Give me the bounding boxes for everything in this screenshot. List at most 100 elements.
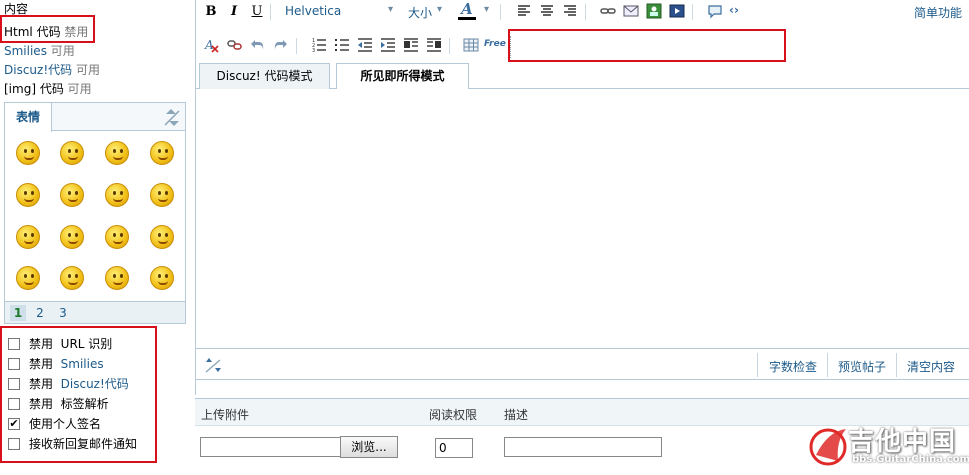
smilies-state: 可用 bbox=[50, 44, 75, 58]
code-icon[interactable]: ‹› bbox=[729, 3, 739, 17]
checkbox[interactable] bbox=[8, 357, 20, 370]
clear-content-button[interactable]: 清空内容 bbox=[907, 358, 955, 375]
checkbox-checked[interactable]: ✔ bbox=[8, 417, 20, 430]
tab-discuz-code[interactable]: Discuz! 代码模式 bbox=[199, 63, 330, 89]
checkbox[interactable] bbox=[8, 397, 20, 410]
ordered-list-icon[interactable]: 123 bbox=[311, 37, 327, 53]
option-signature[interactable]: ✔ 使用个人签名 bbox=[8, 415, 101, 432]
upload-column-header: 上传附件 bbox=[201, 408, 250, 422]
outdent-icon[interactable] bbox=[357, 37, 373, 53]
option-tags[interactable]: 禁用 标签解析 bbox=[8, 395, 109, 412]
smiley-pager: 1 2 3 bbox=[5, 301, 185, 323]
align-right-icon[interactable] bbox=[562, 3, 578, 19]
smiley-icon[interactable] bbox=[105, 266, 129, 290]
description-column-header: 描述 bbox=[504, 408, 529, 422]
smiley-icon[interactable] bbox=[16, 183, 40, 207]
font-select[interactable]: Helvetica bbox=[285, 4, 341, 18]
file-path-input[interactable] bbox=[200, 437, 342, 457]
preview-button[interactable]: 预览帖子 bbox=[838, 358, 886, 375]
smiley-icon[interactable] bbox=[150, 141, 174, 165]
float-right-icon[interactable] bbox=[426, 37, 442, 53]
float-left-icon[interactable] bbox=[403, 37, 419, 53]
link-icon[interactable] bbox=[600, 3, 616, 19]
expand-toggle-icon[interactable] bbox=[163, 106, 181, 128]
discuz-code-state: 可用 bbox=[75, 63, 100, 77]
chevron-down-icon[interactable]: ▾ bbox=[388, 4, 393, 15]
media-icon[interactable] bbox=[669, 3, 685, 19]
table-icon[interactable] bbox=[463, 37, 479, 53]
italic-button[interactable]: I bbox=[227, 3, 241, 21]
option-smilies[interactable]: 禁用 Smilies bbox=[8, 355, 104, 372]
remove-format-icon[interactable]: A bbox=[204, 37, 220, 53]
checkbox[interactable] bbox=[8, 377, 20, 390]
smiley-icon[interactable] bbox=[60, 141, 84, 165]
undo-icon[interactable] bbox=[250, 37, 266, 53]
mode-tabs: Discuz! 代码模式 所见即所得模式 bbox=[196, 63, 969, 90]
smiley-icon[interactable] bbox=[105, 225, 129, 249]
word-count-button[interactable]: 字数检查 bbox=[769, 358, 817, 375]
checkbox[interactable] bbox=[8, 337, 20, 350]
align-left-icon[interactable] bbox=[516, 3, 532, 19]
svg-text:A: A bbox=[204, 38, 214, 52]
editor-content-area[interactable] bbox=[196, 89, 969, 347]
smiley-icon[interactable] bbox=[105, 141, 129, 165]
description-input[interactable] bbox=[504, 437, 662, 457]
underline-button[interactable]: U bbox=[250, 3, 264, 21]
tab-wysiwyg[interactable]: 所见即所得模式 bbox=[336, 63, 469, 90]
free-icon[interactable]: Free bbox=[484, 39, 506, 49]
watermark-cn: 吉他中国 bbox=[848, 427, 957, 457]
page-2[interactable]: 2 bbox=[32, 305, 48, 321]
discuz-code-status: Discuz!代码 可用 bbox=[4, 61, 100, 78]
chevron-down-icon[interactable]: ▾ bbox=[437, 4, 442, 15]
page-1[interactable]: 1 bbox=[10, 305, 26, 321]
left-panel: 内容 Html 代码 禁用 Smilies 可用 Discuz!代码 可用 [i… bbox=[0, 0, 195, 475]
smiley-icon[interactable] bbox=[60, 183, 84, 207]
smiley-icon[interactable] bbox=[150, 183, 174, 207]
smiley-icon[interactable] bbox=[105, 183, 129, 207]
html-code-highlight bbox=[0, 15, 95, 43]
smiley-icon[interactable] bbox=[60, 266, 84, 290]
read-permission-input[interactable]: 0 bbox=[435, 438, 473, 458]
smilies-link[interactable]: Smilies bbox=[4, 44, 47, 58]
unlink-icon[interactable] bbox=[227, 37, 243, 53]
smiley-icon[interactable] bbox=[150, 225, 174, 249]
smiley-icon[interactable] bbox=[16, 141, 40, 165]
quote-icon[interactable] bbox=[707, 3, 723, 19]
image-icon[interactable] bbox=[646, 3, 662, 19]
smilies-status: Smilies 可用 bbox=[4, 42, 75, 59]
smiley-panel: 表情 1 2 3 bbox=[4, 102, 186, 324]
redo-icon[interactable] bbox=[272, 37, 288, 53]
discuz-code-link[interactable]: Discuz!代码 bbox=[4, 63, 72, 77]
email-icon[interactable] bbox=[623, 3, 639, 19]
smiley-icon[interactable] bbox=[60, 225, 84, 249]
page-3[interactable]: 3 bbox=[55, 305, 71, 321]
bold-button[interactable]: B bbox=[204, 3, 218, 21]
smiley-tab[interactable]: 表情 bbox=[5, 103, 52, 132]
img-code-state: 可用 bbox=[67, 82, 92, 96]
resize-icon[interactable] bbox=[204, 355, 222, 375]
svg-text:3: 3 bbox=[312, 48, 315, 53]
toolbar-highlight bbox=[508, 29, 786, 62]
option-email-notify[interactable]: 接收新回复邮件通知 bbox=[8, 435, 137, 452]
smiley-icon[interactable] bbox=[16, 266, 40, 290]
editor-bottom-bar: 字数检查 预览帖子 清空内容 bbox=[196, 348, 969, 380]
simple-mode-link[interactable]: 简单功能 bbox=[914, 4, 962, 21]
smiley-icon[interactable] bbox=[16, 225, 40, 249]
unordered-list-icon[interactable] bbox=[334, 37, 350, 53]
option-discuz[interactable]: 禁用 Discuz!代码 bbox=[8, 375, 129, 392]
browse-button[interactable]: 浏览... bbox=[340, 436, 398, 458]
chevron-down-icon[interactable]: ▾ bbox=[484, 4, 489, 15]
editor: B I U Helvetica ▾ 大小 ▾ A ▾ ‹› 简单功能 A 1 2… bbox=[195, 0, 969, 395]
indent-icon[interactable] bbox=[380, 37, 396, 53]
size-select[interactable]: 大小 bbox=[408, 4, 432, 21]
guitarchina-watermark: 吉他中国 bbs.GuitarChina.com bbox=[808, 421, 969, 469]
img-code-status: [img] 代码 可用 bbox=[4, 80, 92, 97]
checkbox[interactable] bbox=[8, 437, 20, 450]
permission-column-header: 阅读权限 bbox=[429, 408, 478, 422]
img-code-label: [img] 代码 bbox=[4, 82, 64, 96]
font-color-button[interactable]: A bbox=[458, 0, 476, 20]
align-center-icon[interactable] bbox=[539, 3, 555, 19]
guitarchina-logo-icon bbox=[809, 428, 847, 466]
smiley-icon[interactable] bbox=[150, 266, 174, 290]
option-url[interactable]: 禁用 URL 识别 bbox=[8, 335, 112, 352]
